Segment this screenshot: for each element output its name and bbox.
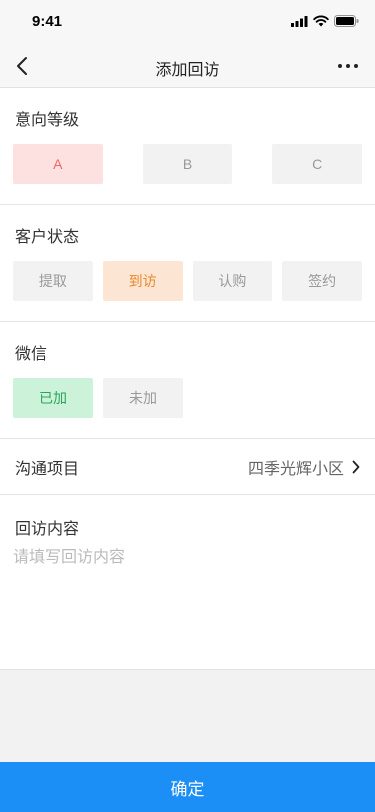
customer-status-title: 客户状态	[15, 227, 80, 246]
wechat-section: 微信 已加 未加	[0, 322, 375, 439]
intent-level-section: 意向等级 A B C	[0, 88, 375, 205]
status-bar: 9:41	[0, 0, 375, 44]
status-option-extract[interactable]: 提取	[13, 261, 93, 301]
project-row[interactable]: 沟通项目 四季光辉小区	[0, 439, 375, 495]
nav-bar: 添加回访	[0, 44, 375, 88]
customer-status-section: 客户状态 提取 到访 认购 签约	[0, 205, 375, 322]
intent-level-option-c[interactable]: C	[272, 144, 363, 184]
status-option-visited[interactable]: 到访	[102, 261, 183, 301]
wechat-option-not-added[interactable]: 未加	[103, 378, 183, 418]
visit-content-section: 回访内容	[0, 495, 375, 670]
more-button[interactable]	[335, 56, 361, 76]
visit-content-input[interactable]	[13, 543, 358, 643]
wechat-title: 微信	[15, 344, 48, 363]
form-content: 意向等级 A B C 客户状态 提取 到访 认购 签约 微信 已加 未加 沟通项…	[0, 88, 375, 670]
status-icons	[291, 15, 359, 27]
wifi-icon	[313, 15, 329, 27]
status-option-signed[interactable]: 签约	[282, 261, 362, 301]
battery-icon	[334, 15, 359, 27]
project-label: 沟通项目	[15, 458, 80, 478]
visit-content-title: 回访内容	[15, 519, 80, 538]
signal-icon	[291, 15, 308, 27]
intent-level-options: A B C	[0, 132, 375, 204]
more-dots-icon	[338, 64, 358, 68]
intent-level-title: 意向等级	[15, 110, 80, 129]
wechat-options: 已加 未加	[0, 366, 375, 438]
project-value-wrap: 四季光辉小区	[248, 455, 360, 479]
confirm-button[interactable]: 确定	[0, 762, 375, 812]
intent-level-option-a[interactable]: A	[13, 144, 103, 184]
customer-status-options: 提取 到访 认购 签约	[0, 249, 375, 321]
chevron-right-icon	[352, 460, 360, 473]
intent-level-option-b[interactable]: B	[142, 144, 233, 184]
status-time: 9:41	[32, 13, 63, 30]
wechat-option-added[interactable]: 已加	[13, 378, 93, 418]
status-option-subscribe[interactable]: 认购	[192, 261, 273, 301]
project-value: 四季光辉小区	[247, 458, 344, 478]
page-title: 添加回访	[155, 60, 220, 79]
